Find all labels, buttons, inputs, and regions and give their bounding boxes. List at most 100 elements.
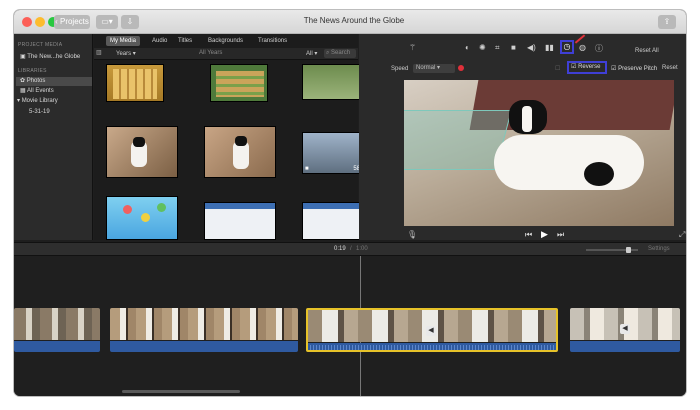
record-indicator [458,65,464,71]
skip-back-icon[interactable]: ⏮ [525,230,532,240]
media-thumbnail[interactable] [106,126,178,178]
zoom-slider[interactable] [586,247,638,253]
speed-icon[interactable]: ◷ [560,40,574,54]
volume-icon[interactable]: ◀) [527,43,536,52]
checkbox-icon: ☑ [571,64,577,70]
clip-frames [14,308,100,340]
years-filter-label: Years [116,51,132,57]
speed-label: Speed [391,66,409,72]
dog-spot-shape [584,162,614,186]
balloon-shape [123,205,132,214]
sidebar-item-photos[interactable]: ✿ Photos [16,77,92,86]
clip-frames [110,308,298,340]
preserve-pitch-checkbox[interactable]: ☑ Preserve Pitch [611,65,657,72]
tab-my-media[interactable]: My Media [106,36,141,46]
speed-value: Normal [416,65,436,71]
import-button[interactable]: ⇩ [121,15,139,29]
timeline-scrollbar[interactable] [122,390,240,393]
share-button[interactable]: ⇪ [658,15,676,29]
dog-head-shape [133,137,145,147]
sidebar-toggle-icon[interactable]: ▥ [96,49,102,56]
crop-icon[interactable]: ⌗ [495,43,500,53]
close-window-button[interactable] [22,17,32,27]
media-thumbnail[interactable] [106,196,178,240]
smooth-checkbox[interactable]: ☐ [555,65,560,72]
skip-forward-icon[interactable]: ⏭ [557,230,564,240]
clip-filter-icon[interactable]: ◍ [579,43,586,52]
title-bar: ‹ Projects ▭▾ ⇩ The News Around the Glob… [14,10,686,34]
thumbnail-image [216,71,264,97]
color-correction-icon[interactable]: ✺ [479,43,486,52]
search-placeholder: Search [331,50,351,56]
color-balance-icon[interactable]: ◐ [465,43,470,52]
checkbox-icon: ☑ [611,66,617,72]
sidebar-item-label: The New...he Globe [27,54,81,60]
selected-timeline-clip[interactable]: ◀ [306,308,558,352]
stabilization-icon[interactable]: ■ [511,43,516,52]
years-filter[interactable]: Years ▾ [116,50,136,57]
tab-audio[interactable]: Audio [148,36,171,46]
projects-back-button[interactable]: ‹ Projects [54,15,90,29]
dog-head-shape [235,136,247,146]
timeline-clip[interactable] [110,308,298,352]
sidebar-item-event[interactable]: 5-31-19 [29,109,50,115]
media-browser: My Media Audio Titles Backgrounds Transi… [94,34,372,240]
sidebar-item-movie-library[interactable]: ▾ Movie Library [17,97,58,104]
screenshot-header [205,203,275,209]
sidebar-item-label: 5-31-19 [29,109,50,115]
reset-all-button[interactable]: Reset All [635,48,659,54]
sidebar-item-label: Photos [26,78,46,84]
play-icon[interactable]: ▶ [541,229,548,240]
dog-body-shape [494,135,644,190]
project-media-heading: PROJECT MEDIA [18,42,63,48]
media-thumbnail[interactable] [204,202,276,240]
reset-button[interactable]: Reset [662,65,678,71]
sidebar-item-label: Movie Library [21,98,58,104]
timeline-clip[interactable]: ◀ [570,308,680,352]
clip-audio [570,341,680,352]
sidebar-item-label: All Events [27,88,54,94]
libraries-heading: LIBRARIES [18,68,47,74]
minimize-window-button[interactable] [35,17,45,27]
balloon-shape [157,203,166,212]
sidebar-item-all-events[interactable]: ▦ All Events [20,87,54,94]
microphone-icon[interactable]: 🎙 [407,230,417,239]
clip-filter[interactable]: All ▾ [306,50,317,57]
thumbnail-image [113,69,157,99]
noise-reduction-icon[interactable]: ▮▮ [545,43,554,52]
timeline-settings-button[interactable]: Settings [648,246,670,252]
media-thumbnail[interactable] [106,64,164,102]
magic-wand-icon[interactable]: ⚚ [409,43,416,52]
clip-audio [110,341,298,352]
window-title: The News Around the Globe [303,16,405,25]
fullscreen-icon[interactable]: ⤢ [679,230,685,240]
film-icon: ▣ [20,54,26,60]
tab-transitions[interactable]: Transitions [254,36,291,46]
media-thumbnail[interactable] [204,126,276,178]
libraries-sidebar: PROJECT MEDIA ▣ The New...he Globe LIBRA… [14,34,93,240]
zoom-slider-thumb[interactable] [626,247,631,253]
photos-icon: ✿ [20,78,26,84]
video-preview [404,80,674,226]
reverse-checkbox[interactable]: ☑ Reverse [567,61,607,74]
search-field[interactable]: ⌕ Search [324,49,356,58]
video-camera-icon: ■ [305,166,309,172]
sidebar-item-project[interactable]: ▣ The New...he Globe [20,53,80,60]
tab-titles[interactable]: Titles [174,36,196,46]
total-timecode: 1:00 [356,246,368,252]
info-icon[interactable]: ⓘ [595,43,603,54]
preserve-pitch-label: Preserve Pitch [618,66,658,72]
viewer-panel: ⚚ ◐ ✺ ⌗ ■ ◀) ▮▮ ◷ ◍ ⓘ Reset All Speed No… [359,34,686,240]
timeline: ◀ ◀ [14,256,686,396]
media-thumbnail[interactable] [210,64,268,102]
media-view-button[interactable]: ▭▾ [96,15,118,29]
current-timecode: 0:19 [334,246,346,252]
speed-indicator-icon[interactable]: ◀ [620,324,630,334]
speed-dropdown[interactable]: Normal ▾ [413,64,455,73]
speed-indicator-icon[interactable]: ◀ [426,326,436,336]
audio-waveform [308,345,556,350]
balloon-shape [141,213,150,222]
clip-audio [14,341,100,352]
tab-backgrounds[interactable]: Backgrounds [204,36,247,46]
timeline-clip[interactable] [14,308,100,352]
